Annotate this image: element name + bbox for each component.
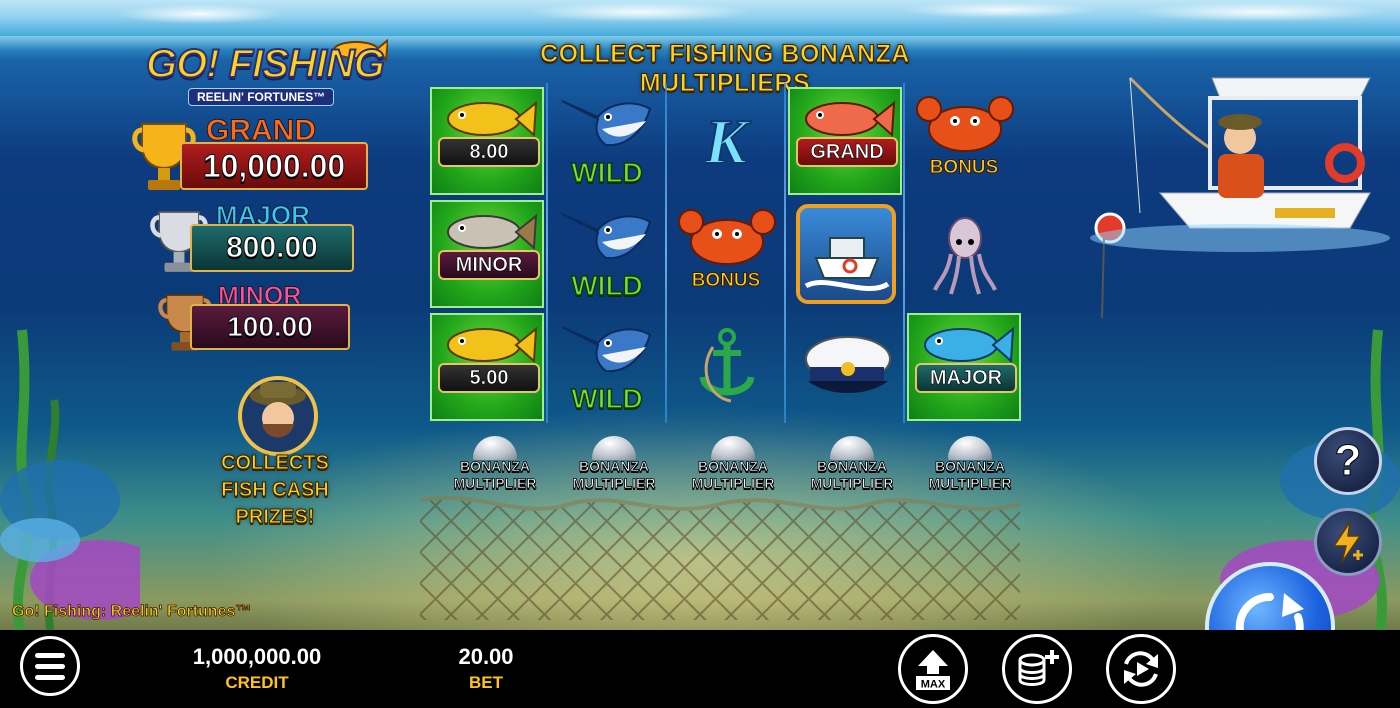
boat-icon	[804, 237, 890, 291]
autoplay-button[interactable]	[1106, 634, 1176, 704]
menu-button[interactable]	[20, 636, 80, 696]
marlin-icon	[561, 100, 652, 147]
bell-dome-icon	[711, 436, 755, 460]
fishing-net-decoration	[420, 495, 1020, 620]
menu-line-icon	[35, 663, 65, 669]
symbol-bonus: BONUS	[907, 87, 1021, 195]
bell-dome-icon	[592, 436, 636, 460]
jackpot-minor-value: 100.00	[190, 304, 350, 350]
blue-fish-icon	[924, 326, 1015, 364]
bet-coins-button[interactable]	[1002, 634, 1072, 704]
fisherman-boat-illustration	[1090, 76, 1390, 319]
symbol-anchor	[669, 313, 783, 421]
marlin-icon	[561, 326, 652, 373]
symbol-wild: WILD	[550, 200, 664, 308]
symbol-wild: WILD	[550, 87, 664, 195]
menu-line-icon	[35, 674, 65, 680]
reel-3: K BONUS	[667, 83, 783, 423]
bet-label: BET	[469, 673, 503, 692]
bonanza-multiplier-label: BONANZA MULTIPLIER	[453, 458, 537, 492]
yellow-fish-icon	[447, 100, 538, 138]
fisherman-avatar-icon	[238, 376, 318, 456]
jackpot-label-minor: MINOR	[438, 250, 540, 280]
max-bet-button[interactable]: MAX	[898, 634, 968, 704]
credit-value: 1,000,000.00	[192, 644, 322, 669]
jackpot-minor: MINOR 100.00	[158, 282, 352, 354]
bonanza-multiplier-label: BONANZA MULTIPLIER	[928, 458, 1012, 492]
collector-text: COLLECTS FISH CASH PRIZES!	[190, 450, 360, 531]
cash-value-label: 5.00	[438, 363, 540, 393]
reel-1: 8.00 MINOR 5.00	[428, 83, 544, 423]
cash-value-label: 8.00	[438, 137, 540, 167]
lightning-plus-icon	[1332, 521, 1363, 563]
marlin-icon	[561, 213, 652, 260]
symbol-boat	[788, 200, 902, 308]
jackpot-major: MAJOR 800.00	[150, 200, 356, 276]
symbol-wild: WILD	[550, 313, 664, 421]
symbol-jackpot-fish: MAJOR	[907, 313, 1021, 421]
letter-k-icon: K	[704, 105, 749, 178]
collector-line-2: FISH CASH	[221, 479, 330, 502]
squid-icon	[933, 217, 997, 295]
left-coral-decoration	[0, 329, 140, 630]
crab-icon	[678, 209, 776, 265]
bonanza-multiplier-label: BONANZA MULTIPLIER	[691, 458, 775, 492]
symbol-jackpot-fish: MINOR	[430, 200, 544, 308]
anchor-icon	[699, 328, 755, 403]
symbol-bonus: BONUS	[669, 200, 783, 308]
help-button[interactable]: ?	[1314, 427, 1382, 495]
collector-line-3: PRIZES!	[235, 506, 315, 529]
bell-dome-icon	[473, 436, 517, 460]
collector-line-1: COLLECTS	[221, 452, 330, 475]
symbol-cash-fish: 5.00	[430, 313, 544, 421]
symbol-cash-fish: 8.00	[430, 87, 544, 195]
logo-subtitle: REELIN' FORTUNES™	[188, 88, 335, 106]
jackpot-grand-value: 10,000.00	[180, 142, 368, 190]
wild-label: WILD	[570, 382, 643, 415]
symbol-jackpot-fish: GRAND	[788, 87, 902, 195]
jackpot-major-value: 800.00	[190, 224, 354, 272]
menu-line-icon	[35, 652, 65, 658]
jackpot-grand: GRAND 10,000.00	[130, 114, 370, 194]
max-arrow-icon: MAX	[916, 650, 950, 691]
bell-dome-icon	[830, 436, 874, 460]
question-mark-icon: ?	[1334, 436, 1362, 485]
spin-arrow-icon	[1235, 592, 1304, 630]
grey-fish-icon	[447, 213, 538, 251]
symbol-squid	[907, 200, 1021, 308]
bonus-label: BONUS	[691, 270, 761, 292]
game-scene: COLLECT FISHING BONANZA MULTIPLIERS GO! …	[0, 0, 1400, 630]
turbo-button[interactable]	[1314, 508, 1382, 576]
jackpot-label-major: MAJOR	[915, 363, 1017, 393]
bonus-label: BONUS	[929, 157, 999, 179]
symbol-k: K	[669, 87, 783, 195]
reel-2: WILD WILD WILD	[548, 83, 664, 423]
game-logo: GO! FISHING REELIN' FORTUNES™	[140, 36, 390, 108]
symbol-captain-hat	[788, 313, 902, 421]
game-title: Go! Fishing: Reelin' Fortunes™	[12, 603, 252, 621]
logo-title: GO! FISHING	[145, 41, 386, 87]
wild-label: WILD	[570, 269, 643, 302]
autoplay-icon	[1124, 651, 1158, 687]
bell-dome-icon	[948, 436, 992, 460]
wild-label: WILD	[570, 156, 643, 189]
credit-label: CREDIT	[225, 673, 289, 692]
max-label: MAX	[921, 679, 946, 691]
sky-clouds	[0, 0, 1400, 30]
reel-grid: 8.00 MINOR 5.00 WILD WILD WILD K BONUS G…	[428, 83, 1022, 423]
boat-icon-frame	[796, 204, 896, 304]
coins-plus-icon	[1018, 650, 1059, 686]
captain-hat-icon	[805, 336, 891, 393]
yellow-fish-icon	[447, 326, 538, 364]
red-fish-icon	[805, 100, 896, 138]
bet-value[interactable]: 20.00	[436, 644, 536, 670]
crab-icon	[916, 96, 1014, 152]
reel-5: BONUS MAJOR	[905, 83, 1021, 423]
bonanza-multiplier-label: BONANZA MULTIPLIER	[572, 458, 656, 492]
bonanza-multiplier-label: BONANZA MULTIPLIER	[810, 458, 894, 492]
reel-4: GRAND	[786, 83, 902, 423]
jackpot-label-grand: GRAND	[796, 137, 898, 167]
